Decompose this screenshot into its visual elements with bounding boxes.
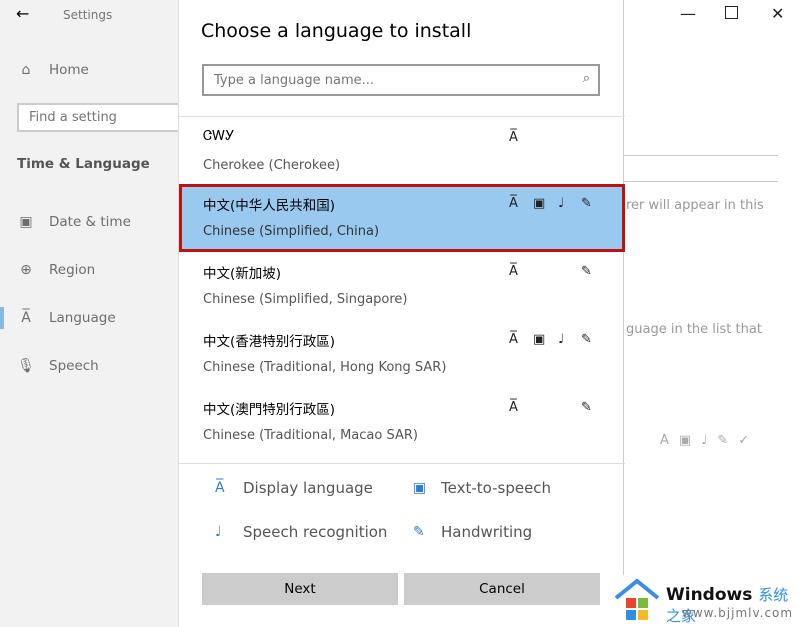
microphone-icon: ♩ <box>558 332 565 347</box>
handwriting-icon: ✎ <box>581 400 592 415</box>
language-name: Chinese (Traditional, Macao SAR) <box>203 428 418 443</box>
legend-label: Text-to-speech <box>441 479 552 497</box>
display-language-icon: A̅ <box>509 332 518 347</box>
globe-icon: ⊕ <box>20 262 32 278</box>
language-native: 中文(新加坡) <box>203 266 282 282</box>
active-indicator <box>0 307 4 329</box>
next-button[interactable]: Next <box>202 573 398 605</box>
language-name: Chinese (Simplified, Singapore) <box>203 292 408 307</box>
language-item[interactable]: 中文(新加坡) Chinese (Simplified, Singapore) … <box>179 252 625 320</box>
display-language-icon: A̅ <box>509 130 518 145</box>
language-native: ᏣᎳᎩ <box>203 128 235 144</box>
microphone-icon: ♩ <box>558 196 565 211</box>
divider <box>179 116 625 117</box>
divider <box>624 181 778 182</box>
calendar-clock-icon: ▣ <box>19 214 33 230</box>
language-item-selected[interactable]: 中文(中华人民共和国) Chinese (Simplified, China) … <box>179 184 625 252</box>
microphone-icon: 🎙︎ <box>17 358 35 374</box>
find-setting-input[interactable] <box>17 103 187 132</box>
language-native: 中文(香港特别行政區) <box>203 334 336 350</box>
display-language-icon: A̅ <box>215 480 225 496</box>
language-item[interactable]: 中文(澳門特別行政區) Chinese (Traditional, Macao … <box>179 388 625 456</box>
feature-icons: A▣♩✎✓ <box>660 433 760 448</box>
language-native: 中文(澳門特別行政區) <box>203 402 336 418</box>
language-icon: A̅ <box>21 310 31 326</box>
handwriting-icon: ✎ <box>581 264 592 279</box>
display-language-icon: A̅ <box>509 196 518 211</box>
language-search-input[interactable] <box>204 66 564 94</box>
nav-region[interactable]: ⊕ Region <box>17 262 95 278</box>
text-to-speech-icon: ▣ <box>533 196 546 211</box>
display-language-icon: A̅ <box>509 264 518 279</box>
microphone-icon: ♩ <box>215 524 222 540</box>
language-dialog: Choose a language to install ⌕ ᏣᎳᎩ Chero… <box>178 0 625 627</box>
nav-home[interactable]: ⌂ Home <box>17 62 89 78</box>
legend-label: Handwriting <box>441 523 533 541</box>
nav-label: Language <box>49 310 116 326</box>
divider <box>624 155 778 156</box>
maximize-button[interactable] <box>725 6 738 19</box>
language-name: Cherokee (Cherokee) <box>203 158 341 173</box>
back-arrow-icon[interactable]: ← <box>16 4 29 23</box>
background-text: guage in the list that <box>626 322 762 337</box>
display-language-icon: A̅ <box>509 400 518 415</box>
text-to-speech-icon: ▣ <box>413 480 427 496</box>
watermark: Windows 系统之家 www.bjjmlv.com <box>612 575 802 627</box>
watermark-url: www.bjjmlv.com <box>682 606 794 620</box>
search-icon: ⌕ <box>582 71 590 86</box>
language-item[interactable]: 中文(香港特别行政區) Chinese (Traditional, Hong K… <box>179 320 625 388</box>
legend-display-language: A̅ Display language <box>215 479 373 497</box>
legend-speech-recognition: ♩ Speech recognition <box>215 523 387 541</box>
nav-date-time[interactable]: ▣ Date & time <box>17 214 131 230</box>
divider <box>179 463 625 464</box>
handwriting-icon: ✎ <box>581 332 592 347</box>
nav-speech[interactable]: 🎙︎ Speech <box>17 358 99 374</box>
watermark-logo <box>614 578 660 620</box>
language-native: 中文(中华人民共和国) <box>203 198 336 214</box>
minimize-button[interactable]: — <box>680 4 696 23</box>
handwriting-icon: ✎ <box>581 196 592 211</box>
dialog-title: Choose a language to install <box>201 20 472 42</box>
handwriting-icon: ✎ <box>413 524 425 540</box>
legend-handwriting: ✎ Handwriting <box>413 523 532 541</box>
nav-label: Speech <box>49 358 99 374</box>
settings-sidebar: ← Settings ⌂ Home Time & Language ▣ Date &… <box>0 0 187 627</box>
text-to-speech-icon: ▣ <box>533 332 546 347</box>
watermark-brand: Windows <box>666 585 753 605</box>
language-name: Chinese (Simplified, China) <box>203 224 380 239</box>
legend-label: Speech recognition <box>243 523 388 541</box>
background-text: rer will appear in this <box>626 198 764 213</box>
legend-text-to-speech: ▣ Text-to-speech <box>413 479 551 497</box>
settings-title: Settings <box>63 8 113 22</box>
language-item[interactable]: ᏣᎳᎩ Cherokee (Cherokee) A̅ <box>179 118 625 186</box>
close-button[interactable]: ✕ <box>771 4 784 23</box>
language-search[interactable]: ⌕ <box>202 64 600 96</box>
nav-label: Date & time <box>49 214 131 230</box>
language-name: Chinese (Traditional, Hong Kong SAR) <box>203 360 447 375</box>
nav-label: Region <box>49 262 96 278</box>
nav-language[interactable]: A̅ Language <box>17 310 116 326</box>
legend-label: Display language <box>243 479 373 497</box>
cancel-button[interactable]: Cancel <box>404 573 600 605</box>
home-icon: ⌂ <box>21 62 31 78</box>
section-heading: Time & Language <box>17 156 150 172</box>
nav-home-label: Home <box>49 62 89 78</box>
